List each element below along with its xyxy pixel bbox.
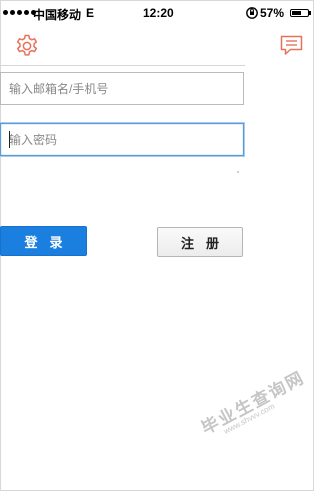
network-type: E: [86, 6, 95, 20]
carrier-name: 中国移动: [33, 8, 82, 22]
battery-percentage: 57%: [260, 6, 285, 20]
username-input[interactable]: [0, 72, 244, 105]
text-cursor: [9, 131, 10, 148]
messages-button[interactable]: [279, 33, 304, 58]
register-button[interactable]: 注册: [157, 227, 243, 257]
message-icon: [280, 35, 303, 55]
battery-icon: [290, 9, 311, 17]
signal-strength-icon: [3, 10, 36, 15]
password-input[interactable]: [0, 123, 244, 156]
dust-speck: [237, 171, 239, 173]
header-divider: [0, 65, 245, 66]
login-button[interactable]: 登录: [0, 226, 87, 256]
orientation-lock-icon: [246, 7, 258, 19]
settings-button[interactable]: [14, 33, 40, 59]
clock: 12:20: [143, 6, 174, 20]
status-bar: 中国移动 E 12:20 57%: [0, 0, 314, 26]
gear-icon: [16, 34, 38, 56]
